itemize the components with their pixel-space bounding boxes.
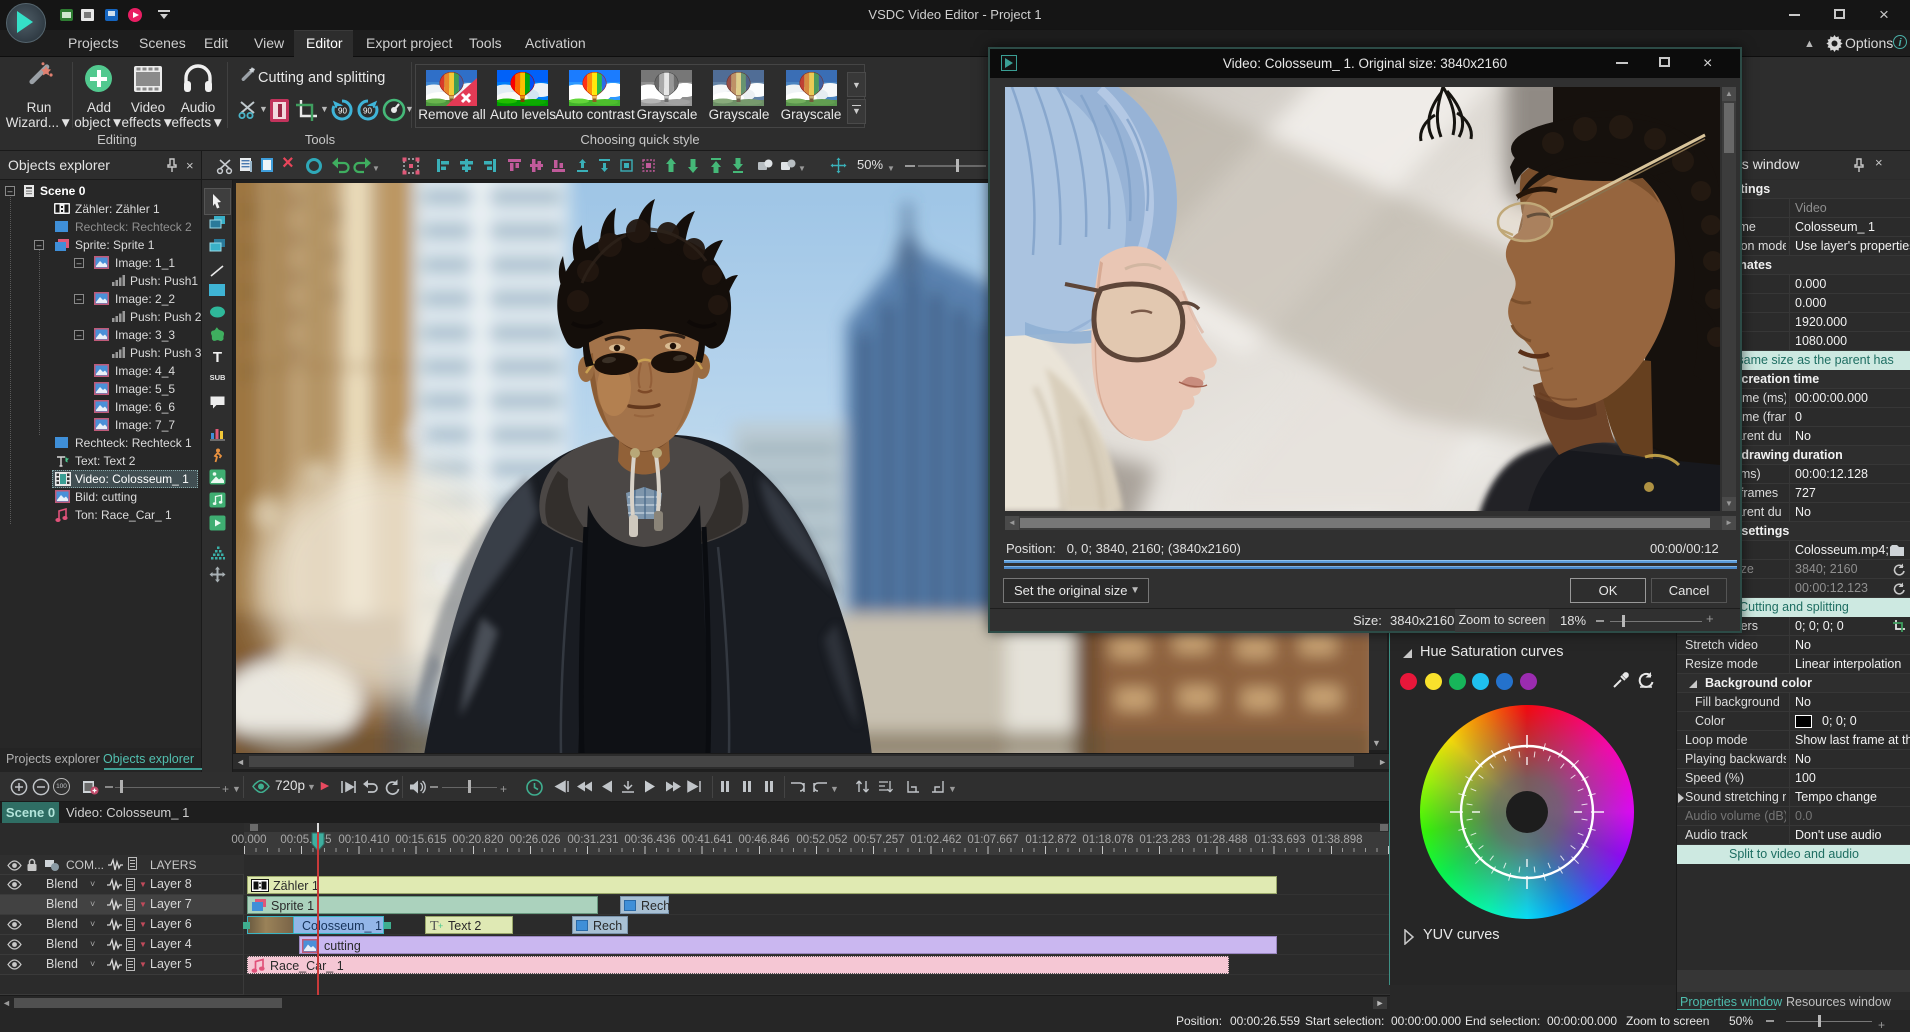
svg-text:90: 90 [338,107,347,116]
svg-text:90: 90 [363,107,372,116]
